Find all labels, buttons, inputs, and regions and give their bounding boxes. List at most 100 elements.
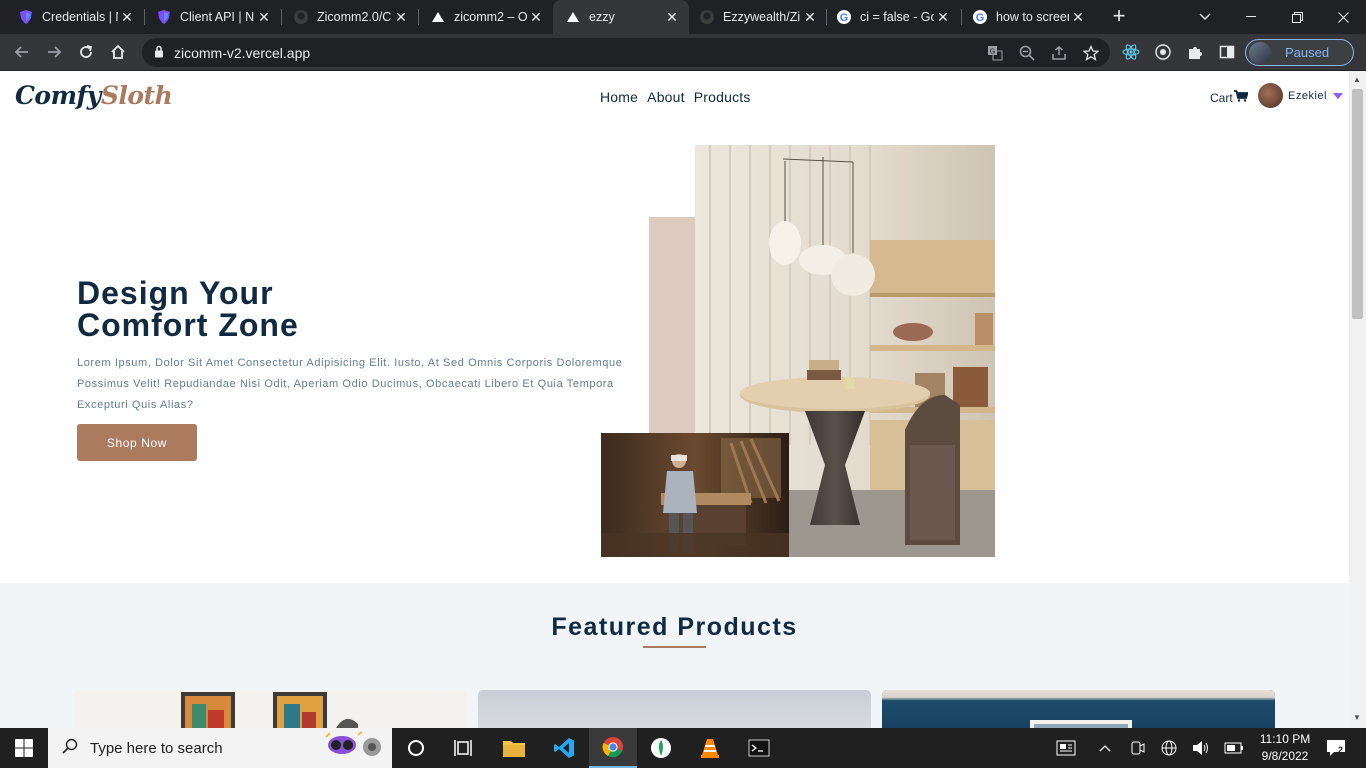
search-highlight-icon <box>322 730 384 766</box>
share-icon[interactable] <box>1050 44 1068 62</box>
new-tab-button[interactable]: + <box>1108 5 1130 27</box>
close-icon[interactable]: ✕ <box>801 9 819 26</box>
taskbar-clock[interactable]: 11:10 PM 9/8/2022 <box>1252 731 1318 765</box>
hero-secondary-image <box>601 433 789 557</box>
nav-link-about[interactable]: About <box>647 89 685 105</box>
featured-products-title: Featured Products <box>551 613 798 641</box>
notifications-icon[interactable]: 2 <box>1325 739 1347 757</box>
restore-button[interactable] <box>1274 0 1320 34</box>
notification-count: 2 <box>1338 745 1344 755</box>
chevron-up-icon[interactable] <box>1096 739 1114 757</box>
close-icon[interactable]: ✕ <box>1069 9 1087 26</box>
tab-title: Ezzywealth/Zi <box>723 10 801 24</box>
terminal-icon[interactable] <box>735 728 783 768</box>
search-icon <box>62 738 78 759</box>
forward-arrow-icon[interactable] <box>44 42 64 62</box>
taskbar-search-box[interactable]: Type here to search <box>48 728 392 768</box>
product-card[interactable] <box>74 690 467 728</box>
tab-how-to-screen[interactable]: G how to screen ✕ <box>954 0 1095 34</box>
page-scrollbar[interactable]: ▲ ▼ <box>1349 71 1366 728</box>
site-logo[interactable]: ComfySloth <box>15 81 173 110</box>
meet-now-icon[interactable] <box>1128 739 1146 757</box>
network-globe-icon[interactable] <box>1160 739 1178 757</box>
vercel-icon <box>430 9 446 25</box>
browser-tab-strip: Credentials | N ✕ Client API | N ✕ Zicom… <box>0 0 1366 34</box>
home-icon[interactable] <box>108 42 128 62</box>
github-icon <box>293 9 309 25</box>
extensions-puzzle-icon[interactable] <box>1186 43 1204 61</box>
tab-title: ci = false - Go <box>860 10 934 24</box>
avatar <box>1249 41 1271 64</box>
tab-title: how to screen <box>996 10 1069 24</box>
extension-target-icon[interactable] <box>1154 43 1172 61</box>
section-underline <box>643 646 706 648</box>
bookmark-star-icon[interactable] <box>1082 44 1100 62</box>
profile-status-label: Paused <box>1285 45 1330 60</box>
side-panel-icon[interactable] <box>1218 43 1236 61</box>
profile-button[interactable]: Paused <box>1245 39 1354 66</box>
close-icon[interactable]: ✕ <box>255 9 273 26</box>
task-view-icon[interactable] <box>440 728 488 768</box>
tab-ezzy[interactable]: ezzy ✕ <box>553 0 689 34</box>
scrollbar-thumb[interactable] <box>1352 89 1363 319</box>
google-icon: G <box>836 9 852 25</box>
tab-title: Zicomm2.0/C <box>317 10 392 24</box>
battery-icon[interactable] <box>1224 739 1244 757</box>
search-placeholder: Type here to search <box>90 739 223 757</box>
chrome-icon[interactable] <box>589 728 637 768</box>
vscode-icon[interactable] <box>540 728 588 768</box>
close-icon[interactable]: ✕ <box>392 9 410 26</box>
tab-client-api[interactable]: Client API | N ✕ <box>138 0 281 34</box>
tab-title: ezzy <box>589 10 615 24</box>
browser-menu-icon[interactable] <box>1358 43 1362 61</box>
close-icon[interactable]: ✕ <box>934 9 952 26</box>
browser-toolbar: zicomm-v2.vercel.app G Paused <box>0 34 1366 71</box>
featured-products-section: Featured Products <box>0 583 1349 728</box>
cortana-icon[interactable] <box>392 728 440 768</box>
product-image <box>882 690 1275 728</box>
google-icon: G <box>972 9 988 25</box>
reload-icon[interactable] <box>76 42 96 62</box>
product-image <box>478 690 871 728</box>
scroll-down-icon[interactable]: ▼ <box>1353 713 1361 722</box>
file-explorer-icon[interactable] <box>490 728 538 768</box>
nav-link-home[interactable]: Home <box>600 89 638 105</box>
minimize-button[interactable] <box>1228 0 1274 34</box>
web-page: ComfySloth Home About Products Cart Ezek… <box>0 71 1349 728</box>
scroll-up-icon[interactable]: ▲ <box>1353 75 1361 84</box>
main-nav: Home About Products <box>600 89 751 105</box>
back-arrow-icon[interactable] <box>12 42 32 62</box>
windows-start-icon[interactable] <box>0 728 48 768</box>
github-icon <box>699 9 715 25</box>
tab-ezzywealth-github[interactable]: Ezzywealth/Zi ✕ <box>689 0 827 34</box>
shop-now-button[interactable]: Shop Now <box>77 424 197 461</box>
tab-zicomm2-vercel[interactable]: zicomm2 – O ✕ <box>412 0 553 34</box>
hero-title-line2: Comfort Zone <box>77 307 299 343</box>
vlc-icon[interactable] <box>686 728 734 768</box>
close-icon[interactable]: ✕ <box>663 9 681 26</box>
close-icon[interactable]: ✕ <box>118 9 136 26</box>
url-text: zicomm-v2.vercel.app <box>174 45 311 61</box>
tab-credentials[interactable]: Credentials | N ✕ <box>0 0 144 34</box>
tab-zicomm-github[interactable]: Zicomm2.0/C ✕ <box>275 0 418 34</box>
caret-down-icon <box>1332 92 1343 99</box>
react-devtools-icon[interactable] <box>1122 43 1140 61</box>
product-card[interactable] <box>882 690 1275 728</box>
user-menu[interactable]: Ezekiel <box>1258 83 1343 108</box>
address-bar[interactable]: zicomm-v2.vercel.app G <box>142 38 1110 67</box>
volume-icon[interactable] <box>1192 739 1210 757</box>
cart-link[interactable]: Cart <box>1210 90 1249 105</box>
product-card[interactable] <box>478 690 871 728</box>
mongodb-compass-icon[interactable] <box>637 728 685 768</box>
news-widget-icon[interactable] <box>1055 739 1077 757</box>
close-window-button[interactable] <box>1320 0 1366 34</box>
close-icon[interactable]: ✕ <box>527 9 545 26</box>
tab-ci-false-google[interactable]: G ci = false - Go ✕ <box>818 0 960 34</box>
shield-icon <box>18 9 34 25</box>
tab-search-chevron-icon[interactable] <box>1182 0 1228 34</box>
lock-icon[interactable] <box>154 45 164 63</box>
translate-icon[interactable]: G <box>986 44 1004 62</box>
avatar <box>1258 83 1283 108</box>
nav-link-products[interactable]: Products <box>694 89 751 105</box>
zoom-icon[interactable] <box>1018 44 1036 62</box>
